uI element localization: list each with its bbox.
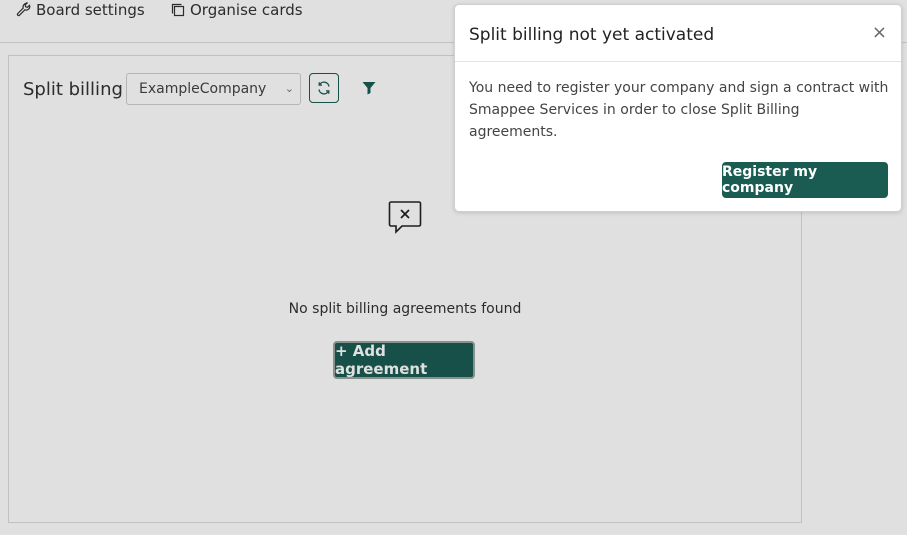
activation-modal: Split billing not yet activated × You ne… <box>454 4 902 212</box>
modal-title: Split billing not yet activated <box>469 25 715 45</box>
close-icon[interactable]: × <box>872 22 887 43</box>
modal-body-text: You need to register your company and si… <box>469 80 889 140</box>
modal-divider <box>455 61 901 62</box>
register-company-button[interactable]: Register my company <box>722 162 888 198</box>
